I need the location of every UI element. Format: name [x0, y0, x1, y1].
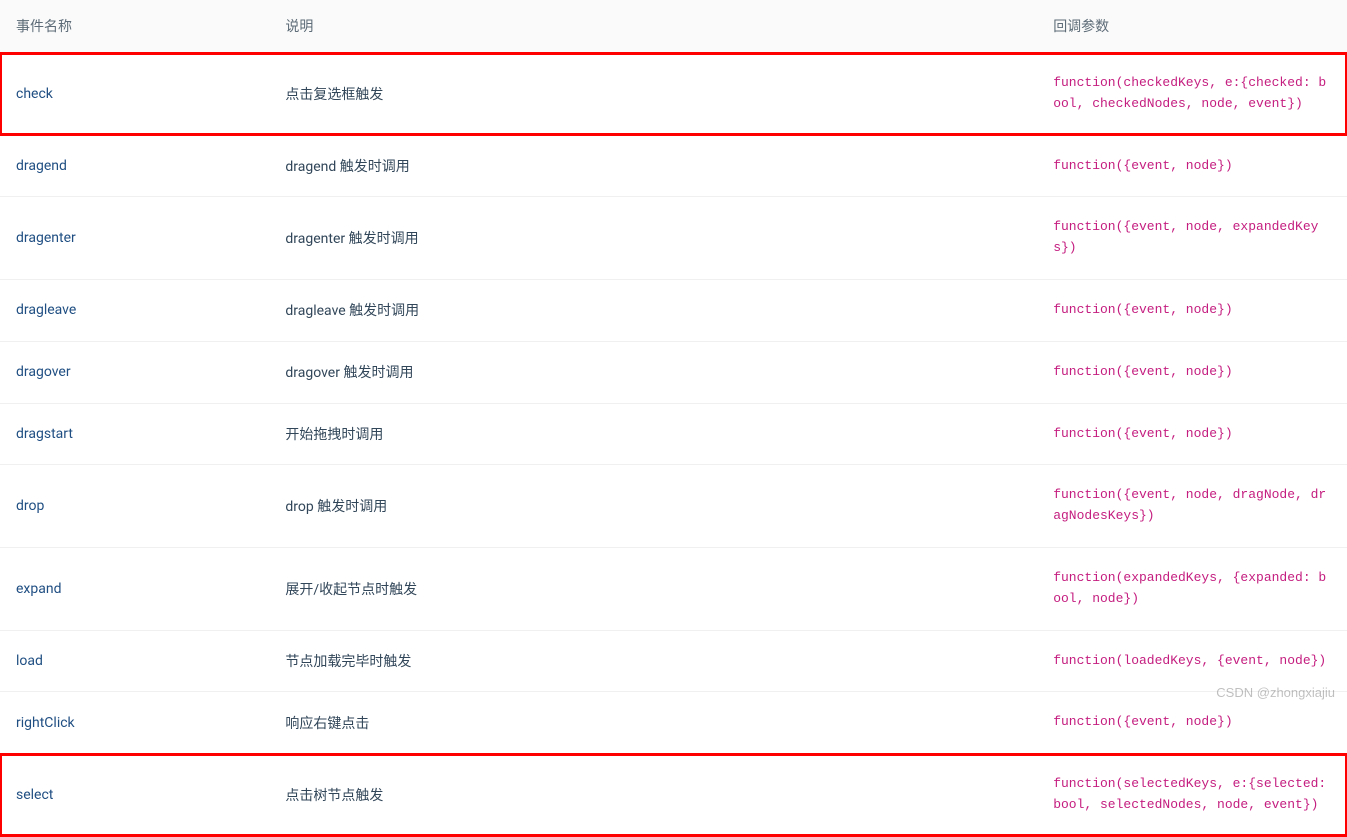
table-row: dragstart 开始拖拽时调用 function({event, node}) [0, 403, 1347, 465]
callback-signature: function({event, node, dragNode, dragNod… [1053, 487, 1326, 523]
event-name: dragover [16, 364, 71, 380]
table-row: dragenter dragenter 触发时调用 function({event,… [0, 197, 1347, 280]
callback-signature: function({event, node}) [1053, 714, 1232, 729]
event-name: dragleave [16, 302, 76, 318]
event-description: dragend 触发时调用 [285, 159, 409, 175]
header-event-name: 事件名称 [0, 0, 269, 53]
table-row: drop drop 触发时调用 function({event, node, dra… [0, 465, 1347, 548]
event-name: dragstart [16, 426, 73, 442]
callback-signature: function(selectedKeys, e:{selected: bool… [1053, 776, 1326, 812]
callback-signature: function({event, node}) [1053, 158, 1232, 173]
event-name: dragenter [16, 230, 76, 246]
callback-signature: function(loadedKeys, {event, node}) [1053, 653, 1326, 668]
table-row: check 点击复选框触发 function(checkedKeys, e:{che… [0, 53, 1347, 136]
table-row: expand 展开/收起节点时触发 function(expandedKeys, {… [0, 547, 1347, 630]
callback-signature: function(expandedKeys, {expanded: bool, … [1053, 570, 1326, 606]
header-callback: 回调参数 [1037, 0, 1347, 53]
callback-signature: function({event, node}) [1053, 302, 1232, 317]
event-description: dragenter 触发时调用 [285, 231, 418, 247]
table-header-row: 事件名称 说明 回调参数 [0, 0, 1347, 53]
table-row: dragleave dragleave 触发时调用 function({event,… [0, 279, 1347, 341]
event-description: 展开/收起节点时触发 [285, 582, 417, 598]
event-name: drop [16, 498, 44, 514]
header-description: 说明 [269, 0, 1037, 53]
event-name: load [16, 653, 43, 669]
table-row: dragover dragover 触发时调用 function({event, n… [0, 341, 1347, 403]
event-description: dragleave 触发时调用 [285, 303, 419, 319]
event-name: expand [16, 581, 61, 597]
table-row: dragend dragend 触发时调用 function({event, nod… [0, 135, 1347, 197]
callback-signature: function({event, node}) [1053, 364, 1232, 379]
table-row: load 节点加载完毕时触发 function(loadedKeys, {event… [0, 630, 1347, 692]
table-row: select 点击树节点触发 function(selectedKeys, e:{s… [0, 754, 1347, 837]
event-description: 开始拖拽时调用 [285, 427, 383, 443]
event-name: dragend [16, 158, 67, 174]
event-description: 响应右键点击 [285, 716, 369, 732]
event-description: dragover 触发时调用 [285, 365, 413, 381]
callback-signature: function({event, node, expandedKeys}) [1053, 219, 1318, 255]
event-name: rightClick [16, 715, 75, 731]
callback-signature: function(checkedKeys, e:{checked: bool, … [1053, 75, 1326, 111]
callback-signature: function({event, node}) [1053, 426, 1232, 441]
event-description: drop 触发时调用 [285, 499, 387, 515]
event-name: select [16, 787, 53, 803]
event-description: 节点加载完毕时触发 [285, 654, 411, 670]
events-table: 事件名称 说明 回调参数 check 点击复选框触发 function(checke… [0, 0, 1347, 837]
event-description: 点击树节点触发 [285, 788, 383, 804]
event-name: check [16, 86, 53, 102]
table-row: rightClick 响应右键点击 function({event, node}) [0, 692, 1347, 754]
event-description: 点击复选框触发 [285, 87, 383, 103]
